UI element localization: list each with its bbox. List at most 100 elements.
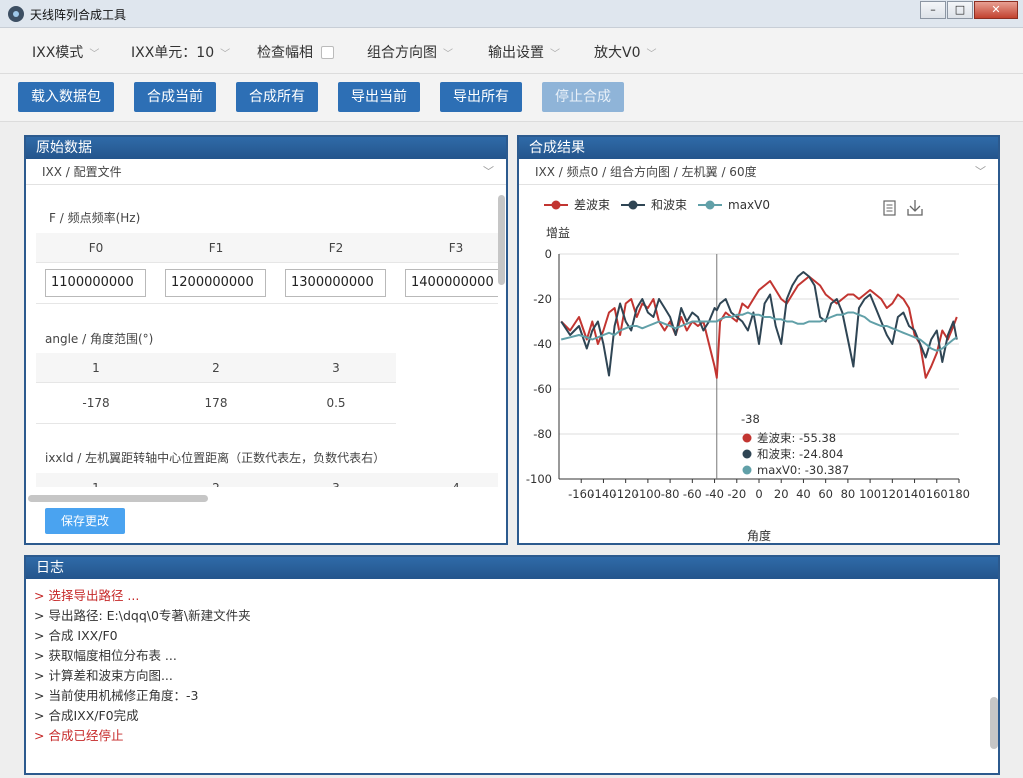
log-line: > 合成IXX/F0完成 (34, 708, 139, 723)
freq-header: F3 (448, 241, 464, 255)
synth-all-button[interactable]: 合成所有 (236, 82, 318, 112)
log-content: > 选择导出路径 ... > 导出路径: E:\dqq\0专著\新建文件夹 > 合成… (26, 579, 986, 773)
menu-bar: IXX模式 ﹀ IXX单元：10 ﹀ 检查幅相 组合方向图 ﹀ 输出设置 ﹀ 放大V0 ﹀ (0, 28, 1023, 74)
x-tick-label: 80 (841, 487, 856, 501)
tooltip-sum-row: 和波束: -24.804 (757, 447, 843, 461)
menu-combo-pattern[interactable]: 组合方向图 ﹀ (367, 42, 453, 62)
log-line: > 合成已经停止 (34, 728, 124, 743)
angle-value[interactable]: -178 (56, 396, 136, 410)
y-tick-label: -60 (533, 382, 552, 396)
freq-header: F1 (208, 241, 224, 255)
x-tick-label: 160 (926, 487, 948, 501)
tooltip-sum-marker (742, 449, 752, 459)
menu-combo-label: 组合方向图 (367, 45, 437, 61)
menu-check-amp-phase[interactable]: 检查幅相 (257, 42, 334, 62)
ixxld-header: 3 (296, 481, 376, 487)
diff-beam-series[interactable] (560, 275, 958, 379)
result-selector[interactable]: IXX / 频点0 / 组合方向图 / 左机翼 / 60度 ﹀ (519, 159, 998, 185)
y-tick-label: -80 (533, 427, 552, 441)
y-axis-title: 增益 (546, 226, 570, 240)
freq-header: F2 (328, 241, 344, 255)
stop-synth-button[interactable]: 停止合成 (542, 82, 624, 112)
log-line: > 当前使用机械修正角度：-3 (34, 688, 199, 703)
window-controls: – □ ✕ (919, 1, 1018, 19)
data-view-icon[interactable] (883, 200, 896, 216)
raw-data-content: F / 频点频率(Hz) F0 F1 F2 F3 1100000000 1200… (26, 187, 498, 487)
x-tick-label: -40 (705, 487, 724, 501)
log-line: > 选择导出路径 ... (34, 588, 140, 603)
work-area: 原始数据 IXX / 配置文件 ﹀ F / 频点频率(Hz) F0 F1 F2 F… (0, 122, 1023, 778)
angle-value[interactable]: 0.5 (296, 396, 376, 410)
save-changes-button[interactable]: 保存更改 (45, 508, 125, 534)
raw-data-selector[interactable]: IXX / 配置文件 ﹀ (26, 159, 506, 185)
x-tick-label: 120 (881, 487, 903, 501)
x-tick-label: 0 (755, 487, 762, 501)
title-bar: 天线阵列合成工具 – □ ✕ (0, 0, 1023, 28)
ixxld-section-label: ixxld / 左机翼距转轴中心位置距离（正数代表左，负数代表右） (45, 451, 386, 465)
tooltip-diff-row: 差波束: -55.38 (757, 431, 836, 445)
log-line: > 导出路径: E:\dqq\0专著\新建文件夹 (34, 608, 251, 623)
pattern-chart[interactable]: 差波束 和波束 maxV0 增益 角度 0-20-40-60-80-100-16… (519, 187, 998, 547)
log-panel: 日志 > 选择导出路径 ... > 导出路径: E:\dqq\0专著\新建文件夹 >… (24, 555, 1000, 775)
legend-maxv0-label: maxV0 (728, 198, 770, 212)
freq-input-f3[interactable]: 1400000000 (405, 269, 498, 297)
menu-check-label: 检查幅相 (257, 45, 313, 61)
legend-diff-label: 差波束 (574, 198, 610, 212)
x-tick-label: 20 (774, 487, 789, 501)
download-icon[interactable] (907, 200, 923, 216)
chevron-down-icon: ﹀ (550, 48, 560, 60)
raw-data-horizontal-scrollbar[interactable] (28, 495, 208, 502)
export-all-button[interactable]: 导出所有 (440, 82, 522, 112)
y-tick-label: -100 (526, 472, 552, 486)
freq-input-f0[interactable]: 1100000000 (45, 269, 146, 297)
tooltip-title: -38 (741, 412, 760, 426)
menu-unit-label: IXX单元：10 (131, 45, 215, 61)
angle-header: 1 (92, 361, 100, 375)
chevron-down-icon: ﹀ (975, 165, 986, 178)
tooltip-maxv0-marker (742, 465, 752, 475)
ixxld-header: 4 (416, 481, 496, 487)
x-tick-label: 180 (948, 487, 970, 501)
divider (36, 423, 396, 424)
sum-beam-series[interactable] (560, 271, 958, 377)
raw-data-panel: 原始数据 IXX / 配置文件 ﹀ F / 频点频率(Hz) F0 F1 F2 F… (24, 135, 508, 545)
tooltip-maxv0-row: maxV0: -30.387 (757, 463, 849, 477)
chevron-down-icon: ﹀ (443, 48, 453, 60)
x-tick-label: 40 (796, 487, 811, 501)
freq-section-label: F / 频点频率(Hz) (49, 211, 141, 225)
close-button[interactable]: ✕ (974, 1, 1018, 19)
freq-input-f2[interactable]: 1300000000 (285, 269, 386, 297)
log-title: 日志 (26, 557, 998, 579)
menu-mode[interactable]: IXX模式 ﹀ (32, 42, 99, 62)
raw-data-vertical-scrollbar[interactable] (498, 195, 505, 285)
y-tick-label: -20 (533, 292, 552, 306)
chart-tooltip: -38 差波束: -55.38 和波束: -24.804 maxV0: -30.… (741, 412, 849, 477)
menu-mode-label: IXX模式 (32, 45, 84, 61)
raw-data-title: 原始数据 (26, 137, 506, 159)
chart-legend[interactable]: 差波束 和波束 maxV0 (544, 198, 770, 212)
minimize-button[interactable]: – (920, 1, 946, 19)
angle-value[interactable]: 178 (176, 396, 256, 410)
freq-input-f1[interactable]: 1200000000 (165, 269, 266, 297)
synth-current-button[interactable]: 合成当前 (134, 82, 216, 112)
maximize-button[interactable]: □ (947, 1, 973, 19)
check-amp-phase-checkbox[interactable] (321, 45, 334, 59)
log-line: > 获取幅度相位分布表 ... (34, 648, 177, 663)
x-tick-label: -100 (635, 487, 661, 501)
app-icon (8, 6, 24, 22)
ixxld-header: 2 (176, 481, 256, 487)
chevron-down-icon: ﹀ (646, 48, 657, 60)
toolbar: 载入数据包 合成当前 合成所有 导出当前 导出所有 停止合成 (0, 74, 1023, 122)
load-package-button[interactable]: 载入数据包 (18, 82, 114, 112)
export-current-button[interactable]: 导出当前 (338, 82, 420, 112)
legend-sum-label: 和波束 (651, 198, 687, 212)
menu-zoom[interactable]: 放大V0 ﹀ (594, 42, 656, 62)
menu-output-settings[interactable]: 输出设置 ﹀ (488, 42, 560, 62)
legend-maxv0-marker (705, 200, 715, 210)
menu-output-label: 输出设置 (488, 45, 544, 61)
chevron-down-icon: ﹀ (483, 165, 494, 178)
menu-unit[interactable]: IXX单元：10 ﹀ (131, 42, 230, 62)
log-scrollbar[interactable] (990, 697, 998, 749)
y-tick-label: -40 (533, 337, 552, 351)
menu-zoom-label: 放大V0 (594, 45, 641, 61)
